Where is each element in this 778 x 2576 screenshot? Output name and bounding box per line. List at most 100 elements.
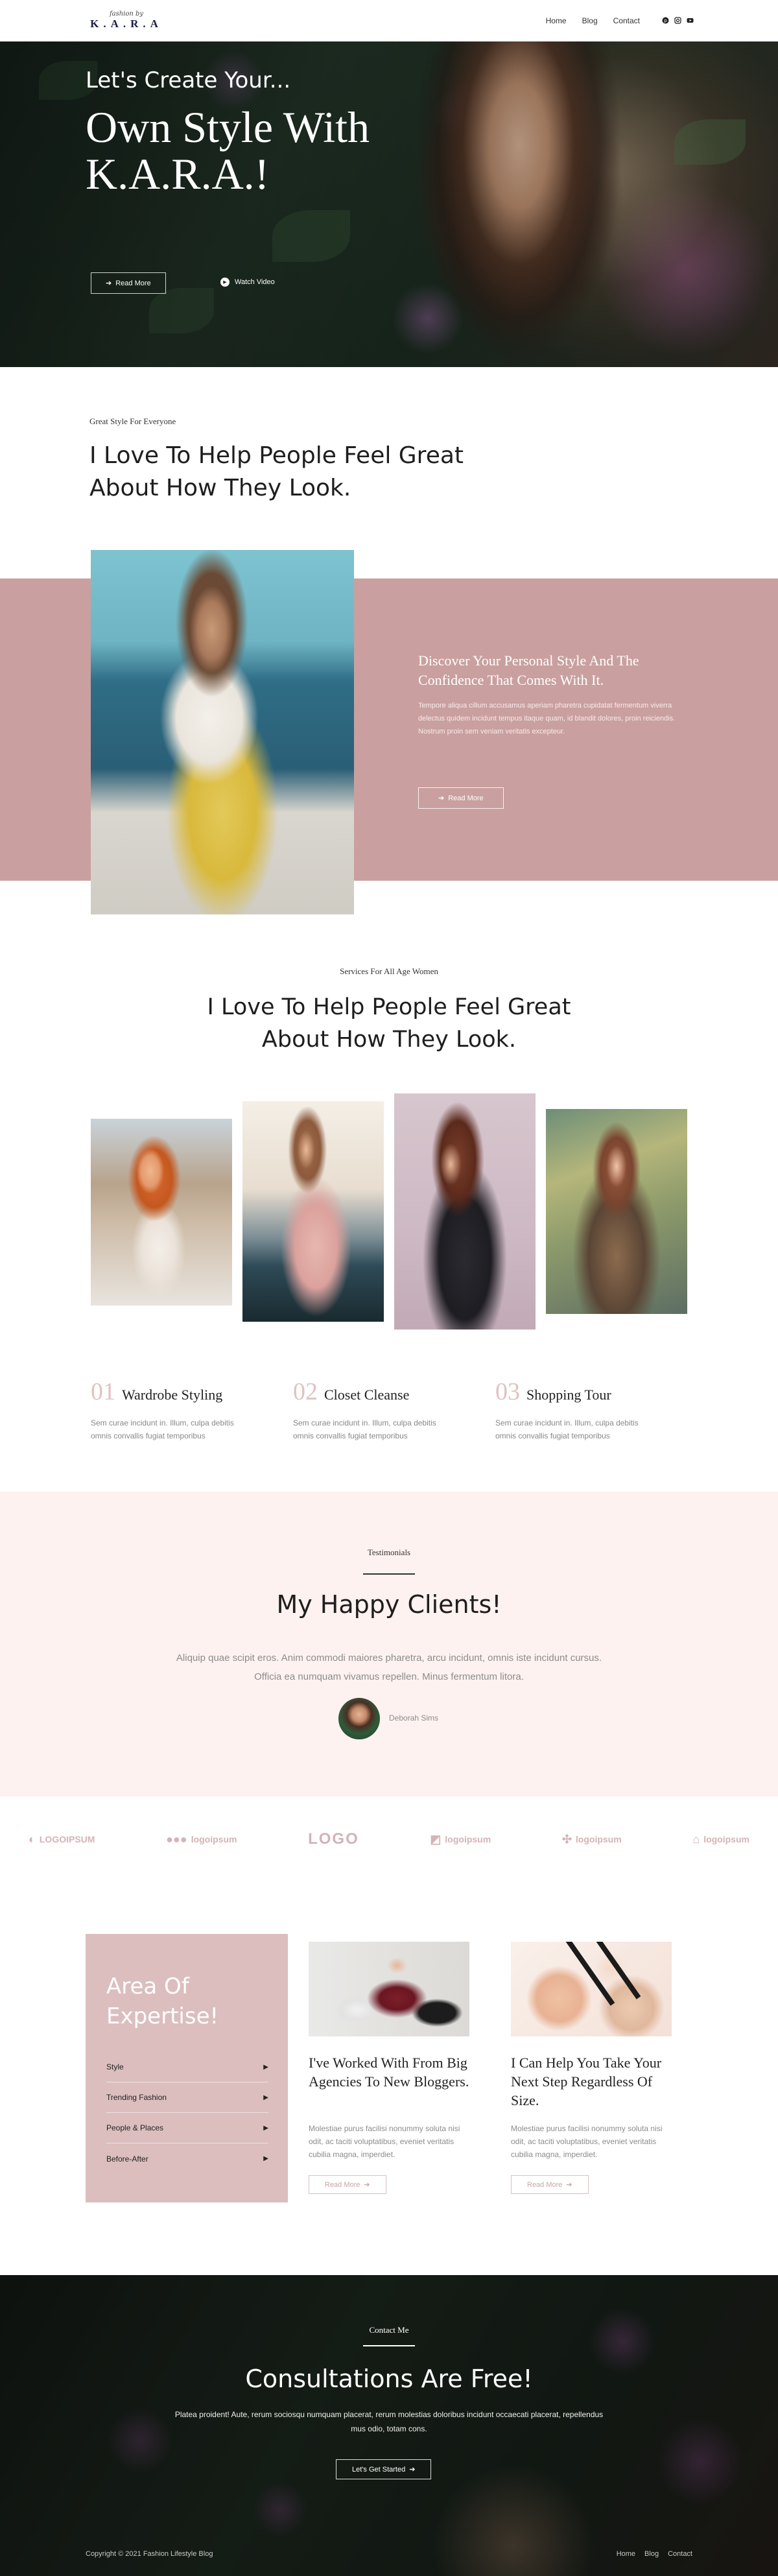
svg-text:p: p — [664, 18, 667, 23]
service-item: 01 Wardrobe Styling Sem curae incidunt i… — [91, 1377, 259, 1442]
service-description: Sem curae incidunt in. Illum, culpa debi… — [91, 1418, 234, 1440]
client-logo-text: LOGOIPSUM — [39, 1834, 95, 1844]
arrow-right-icon: ➔ — [566, 2181, 572, 2189]
caret-right-icon: ▶ — [263, 2124, 268, 2132]
card-read-more-button[interactable]: Read More ➔ — [309, 2175, 386, 2194]
nav-link-home[interactable]: Home — [546, 16, 567, 25]
hero-read-more-label: Read More — [115, 279, 151, 287]
contact-body: Platea proident! Aute, rerum sociosqu nu… — [174, 2410, 604, 2433]
discover-body: Tempore aliqua cillum accusamus aperiam … — [418, 702, 676, 735]
avatar — [338, 1698, 380, 1739]
watch-video-button[interactable]: ▶ Watch Video — [220, 278, 275, 287]
client-logo: ⌂ logoipsum — [692, 1833, 749, 1846]
play-icon: ▶ — [220, 278, 230, 287]
arrow-right-icon: ➔ — [364, 2181, 370, 2189]
service-item: 03 Shopping Tour Sem curae incidunt in. … — [495, 1377, 664, 1442]
gallery-image-pink-dress — [242, 1101, 384, 1322]
discover-read-more-label: Read More — [448, 794, 484, 802]
contact-title: Consultations Are Free! — [245, 2365, 533, 2393]
card-read-more-button[interactable]: Read More ➔ — [511, 2175, 589, 2194]
client-logo-text: logoipsum — [445, 1834, 491, 1844]
logo-mark-text: K.A.R.A — [90, 18, 163, 30]
footer-link-contact[interactable]: Contact — [668, 2550, 692, 2558]
logo-mark-icon: ◐ — [29, 1832, 36, 1846]
service-number: 03 — [495, 1378, 520, 1405]
client-logo: ✣ logoipsum — [562, 1833, 622, 1846]
caret-right-icon: ▶ — [263, 2093, 268, 2101]
contact-eyebrow: Contact Me — [369, 2325, 409, 2335]
expertise-title: Area Of Expertise! — [106, 1974, 219, 2029]
testimonial-quote: Aliquip quae scipit eros. Anim commodi m… — [176, 1652, 602, 1682]
expertise-list: Style ▶ Trending Fashion ▶ People & Plac… — [106, 2052, 268, 2174]
service-name: Closet Cleanse — [324, 1387, 410, 1403]
divider-line — [363, 2345, 415, 2346]
card-title: I've Worked With From Big Agencies To Ne… — [309, 2055, 469, 2090]
expertise-item-label: People & Places — [106, 2123, 164, 2132]
service-number: 01 — [91, 1378, 115, 1405]
site-logo[interactable]: fashion by K.A.R.A — [84, 10, 169, 30]
caret-right-icon: ▶ — [263, 2155, 268, 2162]
logo-mark-icon: ⌂ — [692, 1832, 700, 1846]
service-name: Wardrobe Styling — [122, 1387, 223, 1403]
logo-mark-icon: ◩ — [430, 1832, 442, 1846]
intro-title: I Love To Help People Feel Great About H… — [89, 442, 464, 501]
caret-right-icon: ▶ — [263, 2063, 268, 2071]
nav-link-blog[interactable]: Blog — [582, 16, 598, 25]
shopping-bags-image — [309, 1942, 469, 2036]
nav-link-contact[interactable]: Contact — [613, 16, 640, 25]
social-icons: p — [662, 17, 694, 24]
client-logo-text: LOGO — [308, 1830, 359, 1848]
get-started-button[interactable]: Let's Get Started ➔ — [336, 2459, 432, 2479]
card-description: Molestiae purus facilisi nonummy soluta … — [309, 2124, 460, 2159]
divider-line — [363, 1573, 415, 1575]
logo-mark-icon: ✣ — [561, 1832, 572, 1846]
nav-right: Home Blog Contact p — [546, 16, 694, 25]
instagram-icon[interactable] — [674, 17, 681, 24]
logo-mark-icon: ●●● — [166, 1832, 187, 1846]
testimonials-eyebrow: Testimonials — [367, 1547, 411, 1557]
client-logos: ◐ LOGOIPSUM ●●● logoipsum LOGO ◩ logoips… — [0, 1830, 778, 1848]
expertise-item-trending-fashion[interactable]: Trending Fashion ▶ — [106, 2082, 268, 2113]
expertise-item-people-places[interactable]: People & Places ▶ — [106, 2113, 268, 2143]
discover-read-more-button[interactable]: ➔ Read More — [418, 787, 504, 809]
expertise-item-label: Trending Fashion — [106, 2093, 167, 2102]
client-logo: ◐ LOGOIPSUM — [29, 1833, 95, 1846]
discover-heading: Discover Your Personal Style And The Con… — [418, 652, 639, 688]
intro-eyebrow: Great Style For Everyone — [89, 416, 176, 426]
wave-divider — [0, 1729, 778, 1774]
testimonials-title: My Happy Clients! — [276, 1590, 502, 1619]
service-description: Sem curae incidunt in. Illum, culpa debi… — [495, 1418, 639, 1440]
footer-link-blog[interactable]: Blog — [644, 2550, 659, 2558]
pinterest-icon[interactable]: p — [662, 17, 669, 24]
service-item: 02 Closet Cleanse Sem curae incidunt in.… — [293, 1377, 462, 1442]
arrow-right-icon: ➔ — [106, 280, 112, 287]
expertise-panel: Area Of Expertise! Style ▶ Trending Fash… — [86, 1934, 288, 2202]
expertise-item-before-after[interactable]: Before-After ▶ — [106, 2143, 268, 2174]
client-logo-text: logoipsum — [575, 1834, 622, 1844]
watch-video-label: Watch Video — [235, 278, 275, 286]
hero-eyebrow: Let's Create Your... — [86, 67, 291, 93]
gallery-image-black-dress — [394, 1093, 536, 1330]
model-beach-image — [91, 550, 354, 914]
services-eyebrow: Services For All Age Women — [340, 966, 438, 976]
testimonial-author: Deborah Sims — [389, 1713, 439, 1723]
service-name: Shopping Tour — [526, 1387, 611, 1403]
client-logo: ◩ logoipsum — [430, 1833, 491, 1846]
expertise-item-style[interactable]: Style ▶ — [106, 2052, 268, 2082]
footer-link-home[interactable]: Home — [617, 2550, 635, 2558]
footer-copyright: Copyright © 2021 Fashion Lifestyle Blog — [86, 2550, 213, 2558]
gallery-image-redhead — [91, 1119, 232, 1306]
hero-read-more-button[interactable]: ➔ Read More — [91, 272, 166, 294]
client-logo: ●●● logoipsum — [166, 1833, 237, 1846]
service-description: Sem curae incidunt in. Illum, culpa debi… — [293, 1418, 436, 1440]
page: fashion by K.A.R.A Home Blog Contact p L… — [0, 0, 778, 2576]
client-logo-text: logoipsum — [703, 1834, 749, 1844]
arrow-right-icon: ➔ — [438, 794, 445, 802]
client-logo-text: logoipsum — [191, 1834, 237, 1844]
service-number: 02 — [293, 1378, 318, 1405]
card-title: I Can Help You Take Your Next Step Regar… — [511, 2055, 662, 2108]
makeup-brushes-image — [511, 1942, 672, 2036]
hero-title: Own Style With K.A.R.A.! — [86, 102, 370, 198]
card-read-more-label: Read More — [325, 2180, 360, 2189]
youtube-icon[interactable] — [687, 17, 694, 24]
